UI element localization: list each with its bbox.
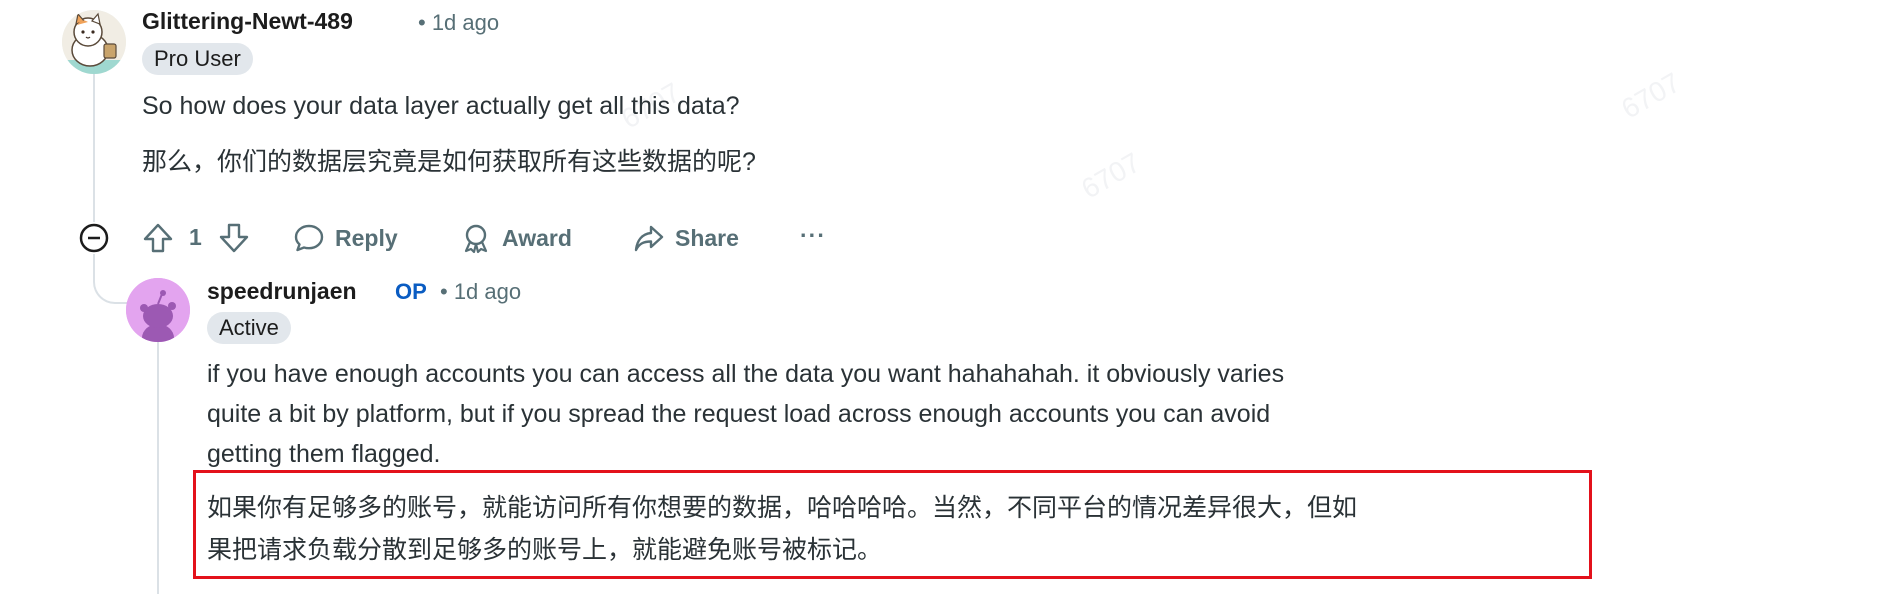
user-flair: Pro User	[142, 43, 253, 75]
highlight-box	[193, 470, 1592, 579]
avatar[interactable]	[62, 10, 126, 74]
thread-line[interactable]	[157, 342, 159, 594]
thread-line[interactable]	[93, 72, 95, 222]
reply-icon	[294, 224, 324, 252]
award-button[interactable]: Award	[460, 222, 572, 254]
reply-label: Reply	[335, 224, 398, 251]
reply-button[interactable]: Reply	[293, 222, 398, 254]
cat-avatar-icon	[62, 10, 126, 74]
comment-text-en-line: getting them flagged.	[207, 440, 441, 468]
watermark: 6707	[1616, 66, 1686, 125]
snoo-avatar-icon	[126, 278, 190, 342]
comment-author[interactable]: speedrunjaen	[207, 278, 357, 305]
comment-text-en-line: if you have enough accounts you can acce…	[207, 360, 1285, 388]
share-button[interactable]: Share	[633, 222, 739, 254]
vote-count: 1	[189, 224, 202, 250]
more-options-button[interactable]: ···	[800, 222, 826, 249]
collapse-icon[interactable]	[78, 222, 110, 254]
avatar[interactable]	[126, 278, 190, 342]
comment-timestamp[interactable]: • 1d ago	[440, 279, 521, 305]
award-icon	[464, 224, 488, 254]
op-badge: OP	[395, 279, 427, 304]
thread-branch	[93, 272, 129, 304]
upvote-icon[interactable]	[142, 222, 174, 254]
share-icon	[634, 225, 664, 252]
more-icon: ···	[800, 222, 826, 248]
share-label: Share	[675, 224, 739, 251]
award-label: Award	[502, 224, 572, 251]
watermark: 6707	[1076, 146, 1146, 205]
comment-text-zh: 那么，你们的数据层究竟是如何获取所有这些数据的呢?	[142, 148, 756, 176]
downvote-icon[interactable]	[218, 222, 250, 254]
comment-text-en-line: quite a bit by platform, but if you spre…	[207, 400, 1271, 428]
comment-timestamp[interactable]: • 1d ago	[418, 10, 499, 36]
thread-line[interactable]	[93, 254, 95, 272]
comment-author[interactable]: Glittering-Newt-489	[142, 8, 353, 35]
comment-text-en: So how does your data layer actually get…	[142, 92, 740, 120]
user-flair: Active	[207, 312, 291, 344]
